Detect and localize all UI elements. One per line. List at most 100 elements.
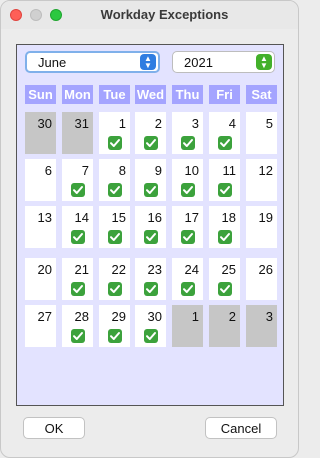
day-cell[interactable]: 8 <box>99 159 130 201</box>
check-icon[interactable] <box>144 183 158 197</box>
day-cell-other-month[interactable]: 1 <box>172 305 203 347</box>
day-number: 16 <box>147 210 162 225</box>
day-number: 27 <box>37 309 52 324</box>
day-cell[interactable]: 9 <box>135 159 166 201</box>
day-cell[interactable]: 7 <box>62 159 93 201</box>
day-cell[interactable]: 5 <box>246 112 277 154</box>
day-number: 2 <box>154 116 162 131</box>
chevron-updown-icon[interactable]: ▲ ▼ <box>256 54 272 70</box>
year-select-value: 2021 <box>184 55 213 70</box>
day-cell[interactable]: 25 <box>209 258 240 300</box>
check-icon[interactable] <box>181 230 195 244</box>
year-select[interactable]: 2021 ▲ ▼ <box>172 51 275 73</box>
day-cell[interactable]: 22 <box>99 258 130 300</box>
day-cell[interactable]: 12 <box>246 159 277 201</box>
day-number: 8 <box>118 163 126 178</box>
day-cell[interactable]: 24 <box>172 258 203 300</box>
day-cell-other-month[interactable]: 31 <box>62 112 93 154</box>
check-icon[interactable] <box>71 230 85 244</box>
dialog-window: Workday Exceptions June ▲ ▼ 2021 ▲ ▼ Sun Mo… <box>0 0 299 458</box>
check-icon[interactable] <box>71 183 85 197</box>
check-icon[interactable] <box>71 329 85 343</box>
day-number: 19 <box>258 210 273 225</box>
title-bar[interactable]: Workday Exceptions <box>1 1 298 29</box>
check-icon[interactable] <box>218 230 232 244</box>
day-number: 2 <box>228 309 236 324</box>
day-cell[interactable]: 10 <box>172 159 203 201</box>
day-cell[interactable]: 17 <box>172 206 203 248</box>
day-cell[interactable]: 16 <box>135 206 166 248</box>
day-cell[interactable]: 29 <box>99 305 130 347</box>
day-number: 4 <box>228 116 236 131</box>
day-number: 1 <box>118 116 126 131</box>
chevron-updown-icon[interactable]: ▲ ▼ <box>140 54 156 70</box>
cancel-button[interactable]: Cancel <box>205 417 277 439</box>
day-cell[interactable]: 18 <box>209 206 240 248</box>
day-cell[interactable]: 15 <box>99 206 130 248</box>
day-cell[interactable]: 28 <box>62 305 93 347</box>
day-cell[interactable]: 26 <box>246 258 277 300</box>
check-icon[interactable] <box>218 183 232 197</box>
check-icon[interactable] <box>144 282 158 296</box>
check-icon[interactable] <box>108 329 122 343</box>
day-number: 29 <box>111 309 126 324</box>
day-cell[interactable]: 1 <box>99 112 130 154</box>
day-cell-other-month[interactable]: 3 <box>246 305 277 347</box>
ok-button[interactable]: OK <box>23 417 85 439</box>
day-number: 1 <box>191 309 199 324</box>
check-icon[interactable] <box>108 183 122 197</box>
check-icon[interactable] <box>181 183 195 197</box>
day-cell-other-month[interactable]: 30 <box>25 112 56 154</box>
day-number: 20 <box>37 262 52 277</box>
check-icon[interactable] <box>218 282 232 296</box>
check-icon[interactable] <box>144 136 158 150</box>
check-icon[interactable] <box>71 282 85 296</box>
calendar-panel: June ▲ ▼ 2021 ▲ ▼ Sun Mon Tue Wed Thu Fri Sat 30… <box>16 44 284 406</box>
weekday-header: Thu <box>172 85 203 104</box>
month-select[interactable]: June ▲ ▼ <box>25 51 160 73</box>
day-cell[interactable]: 11 <box>209 159 240 201</box>
check-icon[interactable] <box>144 329 158 343</box>
check-icon[interactable] <box>144 230 158 244</box>
check-icon[interactable] <box>218 136 232 150</box>
day-number: 11 <box>222 163 237 178</box>
day-cell[interactable]: 4 <box>209 112 240 154</box>
day-cell-other-month[interactable]: 2 <box>209 305 240 347</box>
weekday-header: Wed <box>135 85 166 104</box>
day-cell[interactable]: 21 <box>62 258 93 300</box>
day-number: 9 <box>154 163 162 178</box>
day-cell[interactable]: 20 <box>25 258 56 300</box>
day-number: 3 <box>265 309 273 324</box>
day-cell[interactable]: 6 <box>25 159 56 201</box>
day-number: 10 <box>184 163 199 178</box>
day-cell[interactable]: 2 <box>135 112 166 154</box>
day-number: 17 <box>184 210 199 225</box>
day-number: 13 <box>37 210 52 225</box>
weekday-header: Fri <box>209 85 240 104</box>
day-cell[interactable]: 19 <box>246 206 277 248</box>
check-icon[interactable] <box>181 282 195 296</box>
check-icon[interactable] <box>181 136 195 150</box>
day-number: 26 <box>258 262 273 277</box>
day-number: 23 <box>147 262 162 277</box>
day-cell[interactable]: 14 <box>62 206 93 248</box>
day-cell[interactable]: 27 <box>25 305 56 347</box>
day-number: 7 <box>81 163 89 178</box>
day-number: 30 <box>147 309 162 324</box>
check-icon[interactable] <box>108 136 122 150</box>
check-icon[interactable] <box>108 230 122 244</box>
day-number: 21 <box>74 262 89 277</box>
day-cell[interactable]: 3 <box>172 112 203 154</box>
weekday-header: Sun <box>25 85 56 104</box>
day-number: 5 <box>265 116 273 131</box>
check-icon[interactable] <box>108 282 122 296</box>
day-number: 18 <box>221 210 236 225</box>
day-number: 24 <box>184 262 199 277</box>
day-cell[interactable]: 13 <box>25 206 56 248</box>
day-number: 31 <box>74 116 89 131</box>
weekday-header: Sat <box>246 85 277 104</box>
month-select-value: June <box>38 55 67 70</box>
day-cell[interactable]: 30 <box>135 305 166 347</box>
day-cell[interactable]: 23 <box>135 258 166 300</box>
day-number: 3 <box>191 116 199 131</box>
